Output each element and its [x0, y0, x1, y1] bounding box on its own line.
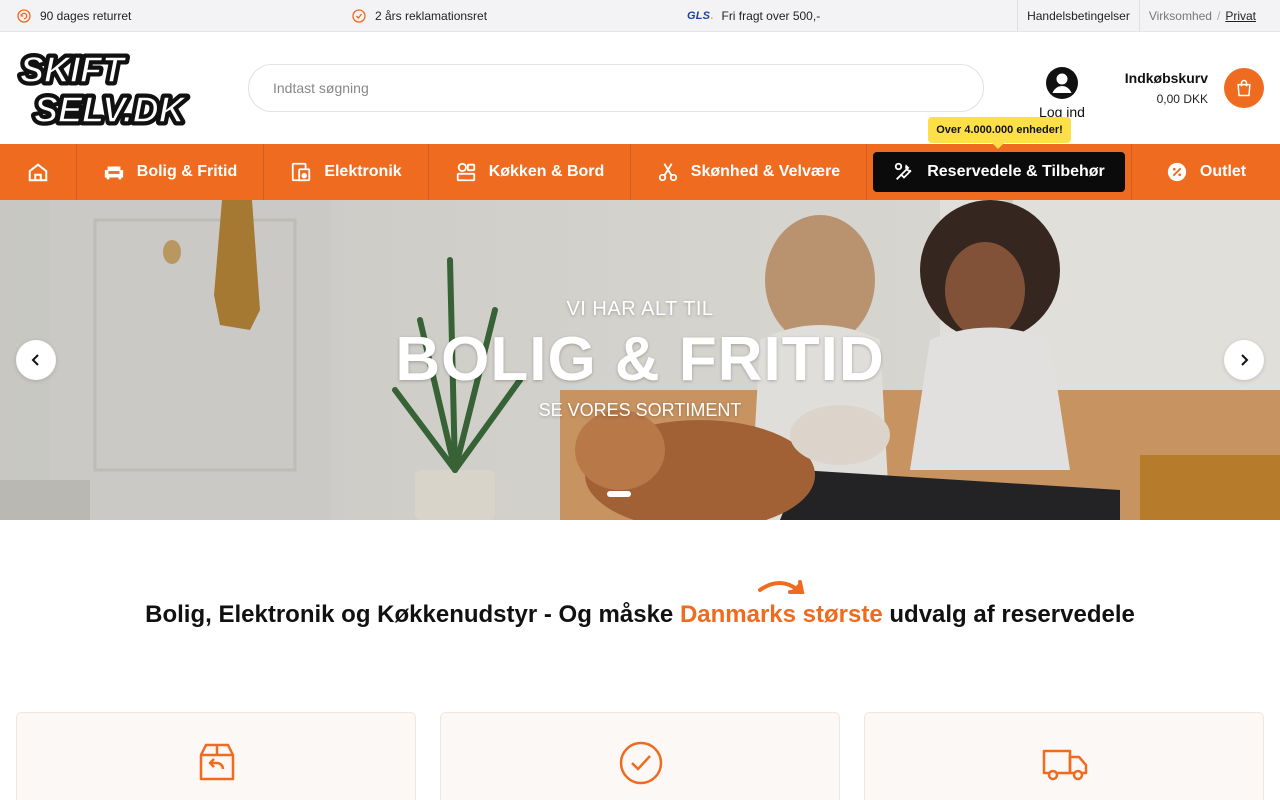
scissors-icon [658, 163, 677, 182]
cart-title: Indkøbskurv [1124, 70, 1208, 86]
feature-card-returns [16, 712, 416, 800]
tagline-highlight: Danmarks største [679, 601, 883, 628]
returns-info: 90 dages returret [16, 0, 131, 32]
nav-outlet[interactable]: Outlet [1132, 144, 1280, 200]
search-input[interactable] [273, 80, 983, 96]
main-nav: Bolig & Fritid Elektronik Køkken & Bord … [0, 144, 1280, 200]
home-icon [28, 163, 48, 182]
nav-reservedele[interactable]: Reservedele & Tilbehør [867, 144, 1132, 200]
nav-bolig-fritid[interactable]: Bolig & Fritid [77, 144, 264, 200]
check-circle-icon [619, 741, 663, 785]
chevron-right-icon [1241, 354, 1249, 366]
top-info-bar: 90 dages returret 2 års reklamationsret … [0, 0, 1280, 32]
private-link[interactable]: Privat [1225, 9, 1256, 23]
nav-skonhed-velvaere[interactable]: Skønhed & Velvære [631, 144, 867, 200]
devices-icon [292, 162, 311, 182]
gls-logo: GLS. [687, 10, 714, 22]
return-box-icon [199, 743, 235, 781]
return-icon [17, 9, 31, 23]
warranty-info: 2 års reklamationsret [351, 0, 487, 32]
carousel-prev-button[interactable] [16, 340, 56, 380]
search-box[interactable] [248, 64, 984, 112]
wrench-icon [895, 162, 912, 180]
login-button[interactable]: Log ind [1030, 66, 1094, 120]
shopping-bag-icon [1237, 79, 1251, 97]
site-header: SKIFT SKIFT SELV.DK SELV.DK Log ind Indk… [0, 32, 1280, 144]
check-circle-icon [352, 9, 366, 23]
feature-card-warranty [440, 712, 840, 800]
svg-text:SKIFT: SKIFT [20, 49, 127, 90]
nav-elektronik[interactable]: Elektronik [264, 144, 429, 200]
units-badge: Over 4.000.000 enheder! [928, 117, 1071, 149]
carousel-dot-active[interactable] [607, 491, 631, 497]
hero-title: BOLIG & FRITID [395, 325, 885, 394]
site-logo[interactable]: SKIFT SKIFT SELV.DK SELV.DK [16, 48, 194, 128]
customer-type-switch: Virksomhed / Privat [1138, 0, 1280, 32]
chevron-left-icon [31, 354, 39, 366]
feature-card-shipping [864, 712, 1264, 800]
shipping-info: GLS. Fri fragt over 500,- [687, 0, 820, 32]
nav-kokken-bord[interactable]: Køkken & Bord [429, 144, 631, 200]
terms-link[interactable]: Handelsbetingelser [1017, 0, 1139, 32]
carousel-next-button[interactable] [1224, 340, 1264, 380]
sofa-icon [104, 166, 123, 180]
tagline: Bolig, Elektronik og Køkkenudstyr - Og m… [145, 601, 1135, 628]
returns-text: 90 dages returret [40, 9, 132, 23]
hero-carousel[interactable]: VI HAR ALT TIL BOLIG & FRITID SE VORES S… [0, 200, 1280, 520]
warranty-text: 2 års reklamationsret [375, 9, 488, 23]
truck-icon [1042, 749, 1088, 781]
user-icon [1046, 67, 1078, 99]
hero-cta[interactable]: SE VORES SORTIMENT [0, 400, 1280, 421]
shipping-text: Fri fragt over 500,- [721, 9, 821, 23]
cart-summary[interactable]: Indkøbskurv 0,00 DKK [1125, 70, 1208, 106]
kitchen-icon [456, 162, 475, 182]
hero-subtitle: VI HAR ALT TIL [566, 298, 714, 320]
separator: / [1216, 9, 1221, 23]
cart-button[interactable] [1224, 68, 1264, 108]
cart-total: 0,00 DKK [1156, 92, 1208, 106]
nav-home[interactable] [0, 144, 77, 200]
svg-text:SELV.DK: SELV.DK [34, 89, 188, 128]
discount-icon [1167, 162, 1187, 182]
business-link[interactable]: Virksomhed [1149, 9, 1212, 23]
